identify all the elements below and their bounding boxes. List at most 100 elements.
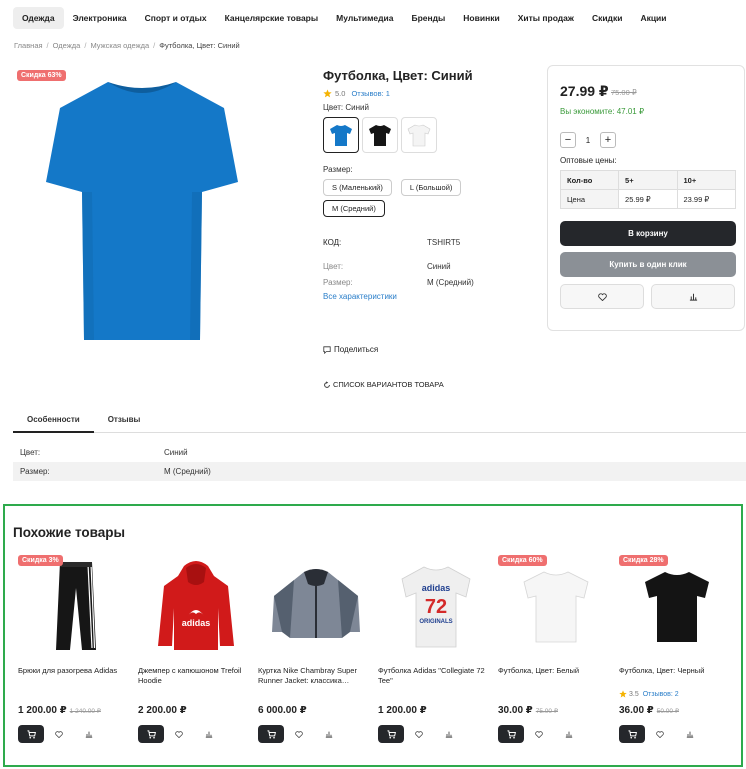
product-thumbnail[interactable]: adidas xyxy=(138,556,253,656)
product-card[interactable]: Куртка Nike Chambray Super Runner Jacket… xyxy=(258,552,373,752)
size-option-s[interactable]: S (Маленький) xyxy=(323,179,392,196)
swatch-white[interactable] xyxy=(401,117,437,153)
wishlist-button[interactable] xyxy=(44,725,74,743)
wishlist-button[interactable] xyxy=(560,284,644,309)
product-name[interactable]: Джемпер с капюшоном Trefoil Hoodie xyxy=(138,666,253,686)
tab-reviews[interactable]: Отзывы xyxy=(94,409,155,433)
breadcrumb-home[interactable]: Главная xyxy=(14,41,43,50)
tab-features[interactable]: Особенности xyxy=(13,409,94,433)
variants-list-button[interactable]: СПИСОК ВАРИАНТОВ ТОВАРА xyxy=(323,380,444,389)
share-button[interactable]: Поделиться xyxy=(323,345,378,354)
price: 27.99 ₽ xyxy=(560,83,609,99)
size-options: S (Маленький) L (Большой) M (Средний) xyxy=(323,179,523,217)
card-actions xyxy=(18,725,104,743)
swatch-blue[interactable] xyxy=(323,117,359,153)
product-card[interactable]: adidas 72 ORIGINALS Футболка Adidas "Col… xyxy=(378,552,493,752)
product-thumbnail[interactable] xyxy=(258,556,373,656)
size-option-l[interactable]: L (Большой) xyxy=(400,179,462,196)
star-icon xyxy=(619,690,627,698)
product-thumbnail[interactable] xyxy=(498,556,613,656)
product-name[interactable]: Футболка Adidas "Collegiate 72 Tee" xyxy=(378,666,493,686)
compare-button[interactable] xyxy=(194,725,224,743)
breadcrumb-mens[interactable]: Мужская одежда xyxy=(90,41,149,50)
breadcrumb-current: Футболка, Цвет: Синий xyxy=(159,41,240,50)
product-thumbnail[interactable] xyxy=(18,556,133,656)
compare-button[interactable] xyxy=(74,725,104,743)
product-card[interactable]: Скидка 60% Футболка, Цвет: Белый 30.00 ₽… xyxy=(498,552,613,752)
add-to-cart-button[interactable] xyxy=(138,725,164,743)
heart-icon xyxy=(55,730,63,738)
product-name[interactable]: Куртка Nike Chambray Super Runner Jacket… xyxy=(258,666,373,686)
nav-item-brands[interactable]: Бренды xyxy=(402,7,454,29)
spec-size-value: M (Средний) xyxy=(427,278,474,287)
add-to-cart-button[interactable] xyxy=(18,725,44,743)
card-actions xyxy=(258,725,344,743)
wishlist-button[interactable] xyxy=(404,725,434,743)
cart-icon xyxy=(386,729,396,739)
wishlist-button[interactable] xyxy=(645,725,675,743)
nav-item-sport[interactable]: Спорт и отдых xyxy=(136,7,216,29)
all-specs-link[interactable]: Все характеристики xyxy=(323,292,397,301)
product-image[interactable] xyxy=(42,72,242,347)
price-value: 6 000.00 ₽ xyxy=(258,705,307,716)
product-thumbnail[interactable] xyxy=(619,556,734,656)
nav-item-promos[interactable]: Акции xyxy=(631,7,675,29)
nav-item-clothing[interactable]: Одежда xyxy=(13,7,64,29)
compare-button[interactable] xyxy=(314,725,344,743)
product-card[interactable]: Скидка 3% Брюки для разогрева Adidas 1 2… xyxy=(18,552,133,752)
one-click-buy-button[interactable]: Купить в один клик xyxy=(560,252,736,277)
rating-value: 3.5 xyxy=(629,690,639,698)
product-thumbnail[interactable]: adidas 72 ORIGINALS xyxy=(378,556,493,656)
comment-icon xyxy=(323,345,331,354)
size-label: Размер: xyxy=(323,165,353,174)
wishlist-button[interactable] xyxy=(164,725,194,743)
product-card[interactable]: adidas Джемпер с капюшоном Trefoil Hoodi… xyxy=(138,552,253,752)
table-cell: Кол-во xyxy=(559,170,620,190)
wishlist-button[interactable] xyxy=(284,725,314,743)
refresh-icon xyxy=(323,380,331,389)
quantity-stepper: − 1 + xyxy=(560,132,616,148)
tee-print-number: 72 xyxy=(424,596,446,618)
add-to-cart-button[interactable] xyxy=(258,725,284,743)
add-to-cart-button[interactable] xyxy=(498,725,524,743)
nav-item-stationery[interactable]: Канцелярские товары xyxy=(216,7,328,29)
add-to-cart-button[interactable] xyxy=(619,725,645,743)
nav-item-electronics[interactable]: Электроника xyxy=(64,7,136,29)
table-row: Цена 25.99 ₽ 23.99 ₽ xyxy=(559,189,736,209)
nav-item-hits[interactable]: Хиты продаж xyxy=(509,7,583,29)
add-to-cart-button[interactable] xyxy=(378,725,404,743)
nav-item-new[interactable]: Новинки xyxy=(454,7,508,29)
compare-icon xyxy=(85,730,93,738)
reviews-link[interactable]: Отзывов: 1 xyxy=(351,89,390,98)
product-title: Футболка, Цвет: Синий xyxy=(323,68,473,83)
discount-badge: Скидка 3% xyxy=(18,555,63,566)
price-value: 30.00 ₽ xyxy=(498,705,533,716)
product-name[interactable]: Футболка, Цвет: Черный xyxy=(619,666,734,676)
add-to-cart-button[interactable]: В корзину xyxy=(560,221,736,246)
increase-button[interactable]: + xyxy=(600,132,616,148)
feature-key: Цвет: xyxy=(20,448,41,457)
quantity-value[interactable]: 1 xyxy=(581,136,595,145)
breadcrumb-clothing[interactable]: Одежда xyxy=(53,41,81,50)
product-name[interactable]: Футболка, Цвет: Белый xyxy=(498,666,613,676)
compare-icon xyxy=(445,730,453,738)
product-name[interactable]: Брюки для разогрева Adidas xyxy=(18,666,133,676)
spec-code-value: TSHIRT5 xyxy=(427,238,461,247)
feature-row: Цвет: Синий xyxy=(13,443,746,462)
product-card[interactable]: Скидка 28% Футболка, Цвет: Черный 3.5 От… xyxy=(619,552,734,752)
compare-button[interactable] xyxy=(434,725,464,743)
compare-button[interactable] xyxy=(675,725,705,743)
size-option-m[interactable]: M (Средний) xyxy=(323,200,385,217)
savings-text: Вы экономите: 47.01 ₽ xyxy=(560,107,645,116)
product-rating: 5.0 Отзывов: 1 xyxy=(323,89,390,98)
decrease-button[interactable]: − xyxy=(560,132,576,148)
nav-item-discounts[interactable]: Скидки xyxy=(583,7,632,29)
nav-item-multimedia[interactable]: Мультимедиа xyxy=(327,7,402,29)
swatch-black[interactable] xyxy=(362,117,398,153)
old-price: 75.00 ₽ xyxy=(611,88,637,97)
reviews-link[interactable]: Отзывов: 2 xyxy=(643,691,679,698)
compare-button[interactable] xyxy=(651,284,735,309)
compare-button[interactable] xyxy=(554,725,584,743)
wishlist-button[interactable] xyxy=(524,725,554,743)
breadcrumb-separator: / xyxy=(46,41,49,50)
